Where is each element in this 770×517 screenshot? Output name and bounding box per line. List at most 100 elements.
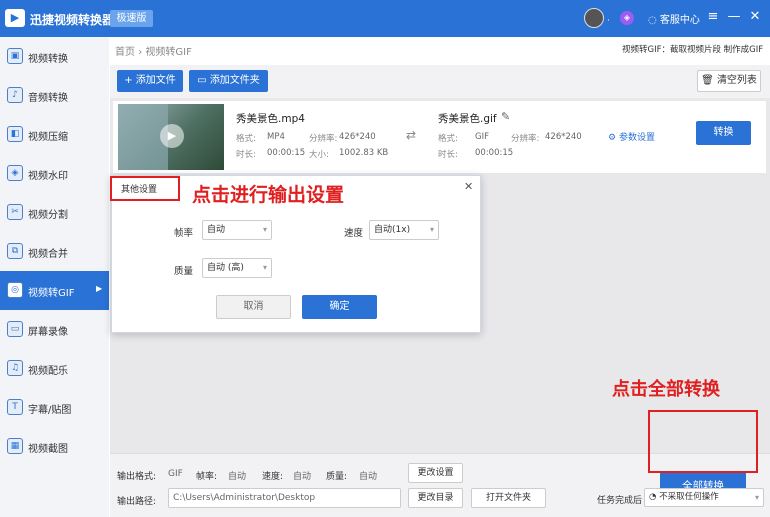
src-size-value: 1002.83 KB <box>339 148 389 158</box>
params-settings-label: 参数设置 <box>618 133 655 143</box>
avatar-menu-dot[interactable]: · <box>607 16 610 26</box>
sidebar-item-label: 音频转换 <box>28 93 68 104</box>
music-icon: ♫ <box>7 360 23 376</box>
chevron-down-icon: ▾ <box>262 263 267 272</box>
output-format-label: 输出格式: <box>117 472 157 482</box>
after-task-action: 不采取任何操作 <box>659 492 719 502</box>
out-format-label: 格式: <box>438 134 458 144</box>
after-task-select[interactable]: ◔ 不采取任何操作 ▾ <box>644 488 764 507</box>
sidebar-item-label: 视频转换 <box>28 54 68 65</box>
toolbar: + 添加文件 ▭ 添加文件夹 🗑 清空列表 <box>110 65 770 98</box>
play-icon[interactable]: ▶ <box>160 124 184 148</box>
sidebar-item-label: 视频配乐 <box>28 366 68 377</box>
src-size-label: 大小: <box>309 150 329 160</box>
edition-badge: 极速版 <box>110 10 153 27</box>
add-folder-label: 添加文件夹 <box>209 75 260 86</box>
speed-label: 速度 <box>344 228 364 239</box>
video-convert-icon: ▣ <box>7 48 23 64</box>
speed-select[interactable]: 自动(1x) ▾ <box>369 220 439 240</box>
compress-icon: ◧ <box>7 126 23 142</box>
output-path-field[interactable]: C:\Users\Administrator\Desktop <box>168 488 401 508</box>
breadcrumb-home[interactable]: 首页 <box>115 47 135 58</box>
annotation-convert-all: 点击全部转换 <box>612 379 720 400</box>
sidebar-item-screen-record[interactable]: ▭ 屏幕录像 <box>0 310 109 349</box>
breadcrumb-current: 视频转GIF <box>145 47 192 58</box>
output-fps-value: 自动 <box>228 472 247 482</box>
src-format-label: 格式: <box>236 134 256 144</box>
service-center-label: 客服中心 <box>659 15 700 26</box>
dialog-title-highlight <box>110 176 180 201</box>
output-speed-label: 速度: <box>262 472 284 482</box>
output-fps-label: 帧率: <box>196 472 218 482</box>
add-file-button[interactable]: + 添加文件 <box>117 70 183 92</box>
edit-name-icon[interactable]: ✎ <box>501 110 510 123</box>
app-title: 迅捷视频转换器 <box>30 13 115 27</box>
ok-button[interactable]: 确定 <box>302 295 377 319</box>
out-res-label: 分辨率: <box>511 134 540 144</box>
src-res-value: 426*240 <box>339 132 376 142</box>
chevron-down-icon: ▾ <box>429 225 434 234</box>
feature-description: 视频转GIF：截取视频片段 制作成GIF <box>622 45 764 55</box>
sidebar-item-split[interactable]: ✂ 视频分割 <box>0 193 109 232</box>
gear-icon: ⚙ <box>608 133 617 143</box>
params-settings-link[interactable]: ⚙ 参数设置 <box>608 130 655 143</box>
sidebar-item-compress[interactable]: ◧ 视频压缩 <box>0 115 109 154</box>
add-folder-button[interactable]: ▭ 添加文件夹 <box>189 70 268 92</box>
folder-icon: ▭ <box>197 75 210 86</box>
sidebar-item-merge[interactable]: ⧉ 视频合并 <box>0 232 109 271</box>
trash-icon: 🗑 <box>701 75 717 86</box>
sidebar-item-label: 视频转GIF <box>28 288 75 299</box>
change-settings-button[interactable]: 更改设置 <box>408 463 463 483</box>
minimize-icon[interactable]: — <box>726 9 742 25</box>
sidebar-item-audio-convert[interactable]: ♪ 音频转换 <box>0 76 109 115</box>
sidebar-item-label: 视频水印 <box>28 171 68 182</box>
convert-arrow-icon: ⇄ <box>406 128 417 142</box>
service-center-link[interactable]: ◌ 客服中心 <box>648 11 700 26</box>
fps-select[interactable]: 自动 ▾ <box>202 220 272 240</box>
clear-list-button[interactable]: 🗑 清空列表 <box>697 70 761 92</box>
chevron-down-icon: ▾ <box>754 493 759 502</box>
sidebar-item-label: 视频合并 <box>28 249 68 260</box>
output-speed-value: 自动 <box>293 472 312 482</box>
vip-icon[interactable]: ◈ <box>620 11 634 25</box>
menu-icon[interactable]: ≡ <box>705 9 721 25</box>
title-bar: ▶ 迅捷视频转换器 极速版 · ◈ ◌ 客服中心 ≡ — ✕ <box>0 0 770 37</box>
out-format-value: GIF <box>475 132 489 142</box>
change-directory-button[interactable]: 更改目录 <box>408 488 463 508</box>
chevron-right-icon: ▶ <box>96 284 103 293</box>
sidebar-item-music[interactable]: ♫ 视频配乐 <box>0 349 109 388</box>
annotation-output-settings: 点击进行输出设置 <box>192 184 345 206</box>
sidebar-item-video-convert[interactable]: ▣ 视频转换 <box>0 37 109 76</box>
list-item: ▶ 秀美景色.mp4 格式: MP4 分辨率: 426*240 时长: 00:0… <box>113 101 766 173</box>
open-folder-button[interactable]: 打开文件夹 <box>471 488 546 508</box>
chevron-down-icon: ▾ <box>262 225 267 234</box>
screen-record-icon: ▭ <box>7 321 23 337</box>
src-duration-label: 时长: <box>236 150 256 160</box>
quality-label: 质量 <box>174 266 194 277</box>
out-duration-value: 00:00:15 <box>475 148 514 158</box>
audio-convert-icon: ♪ <box>7 87 23 103</box>
close-window-icon[interactable]: ✕ <box>747 9 763 25</box>
avatar[interactable] <box>584 8 604 28</box>
video-thumbnail[interactable]: ▶ <box>118 104 224 170</box>
sidebar-item-subtitle[interactable]: T 字幕/贴图 <box>0 388 109 427</box>
gif-icon: ◎ <box>7 282 23 298</box>
out-duration-label: 时长: <box>438 150 458 160</box>
after-task-label: 任务完成后 <box>597 496 643 506</box>
cancel-button[interactable]: 取消 <box>216 295 291 319</box>
sidebar-item-video-to-gif[interactable]: ◎ 视频转GIF ▶ <box>0 271 109 310</box>
fps-label: 帧率 <box>174 228 194 239</box>
quality-value: 自动 (高) <box>207 263 244 273</box>
sidebar-item-label: 视频压缩 <box>28 132 68 143</box>
sidebar-item-watermark[interactable]: ◈ 视频水印 <box>0 154 109 193</box>
sidebar-item-label: 字幕/贴图 <box>28 405 72 416</box>
sidebar-item-screenshot[interactable]: ▦ 视频截图 <box>0 427 109 466</box>
subtitle-icon: T <box>7 399 23 415</box>
output-format-value: GIF <box>168 469 183 479</box>
convert-button[interactable]: 转换 <box>696 121 751 145</box>
close-icon[interactable]: ✕ <box>464 180 473 193</box>
clock-icon: ◔ <box>649 492 657 502</box>
src-duration-value: 00:00:15 <box>267 148 306 158</box>
clear-list-label: 清空列表 <box>716 75 757 86</box>
quality-select[interactable]: 自动 (高) ▾ <box>202 258 272 278</box>
